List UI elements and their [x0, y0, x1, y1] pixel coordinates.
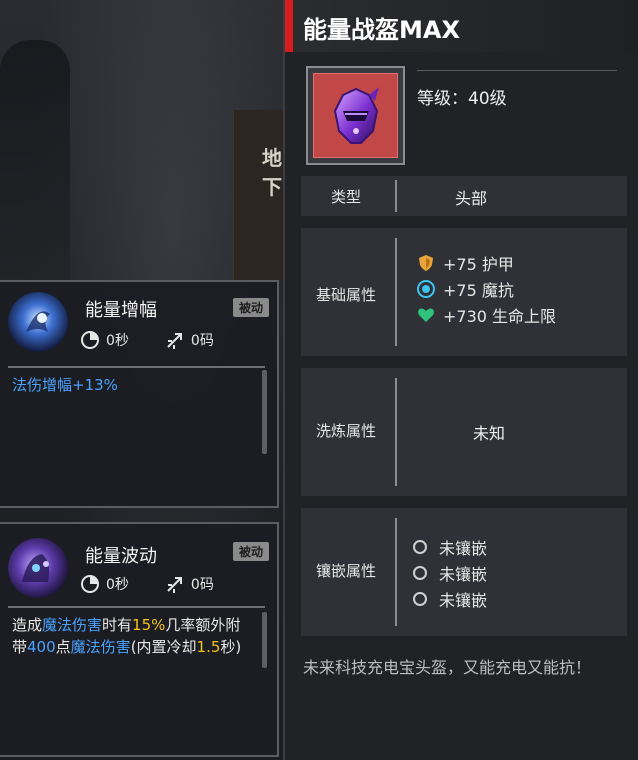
socket-attr-label: 镶嵌属性 [315, 562, 376, 580]
energy-wave-icon [8, 538, 68, 598]
attr-separator [395, 238, 397, 346]
range-value: 0码 [190, 577, 214, 593]
type-value: 头部 [455, 189, 488, 208]
item-level: 等级：40级 [417, 89, 507, 109]
empty-socket-icon [413, 540, 427, 554]
attr-row-refine: 洗炼属性 未知 [301, 368, 627, 496]
skill-desc-segment: 魔法伤害 [70, 638, 131, 656]
empty-socket-icon [413, 592, 427, 606]
skill-description: 法伤增幅+13% [12, 374, 255, 396]
energy-amplify-icon [8, 292, 68, 352]
attr-separator [395, 518, 397, 626]
health-heart-icon [418, 308, 434, 322]
skill-divider [8, 606, 265, 608]
skill-desc-segment: 时有 [102, 616, 133, 634]
skill-desc-segment: 造成 [12, 616, 43, 634]
type-label: 类型 [330, 188, 361, 206]
energy-helmet-icon [313, 73, 398, 158]
skill-desc-segment: 400 [27, 638, 56, 656]
cooldown-value: 0秒 [106, 577, 129, 593]
attr-row-type: 类型 头部 [301, 176, 627, 216]
base-prop-health: +730 生命上限 [417, 302, 556, 328]
magic-resist-icon [417, 280, 435, 298]
item-icon-frame[interactable] [306, 66, 405, 165]
skill-desc-segment: 魔法伤害 [42, 616, 103, 634]
passive-badge: 被动 [232, 298, 269, 317]
range-value: 0码 [190, 333, 214, 349]
socket-slot[interactable]: 未镶嵌 [413, 534, 487, 560]
cooldown-icon [81, 331, 99, 349]
socket-slot[interactable]: 未镶嵌 [413, 560, 487, 586]
skill-card-energy-wave[interactable]: 能量波动 被动 0秒 0码 造成魔法伤害时有15%几率额外附带400点魔法伤害(… [0, 522, 279, 757]
skill-description: 造成魔法伤害时有15%几率额外附带400点魔法伤害(内置冷却1.5秒) [12, 614, 255, 658]
skill-card-energy-amplify[interactable]: 能量增幅 被动 0秒 0码 法伤增幅+13% [0, 280, 279, 508]
refine-value: 未知 [473, 424, 506, 443]
base-attr-label: 基础属性 [315, 286, 376, 304]
armor-shield-icon [419, 255, 433, 271]
background-figure [0, 40, 70, 290]
item-description: 未来科技充电宝头盔，又能充电又能抗！ [303, 658, 592, 677]
socket-slot[interactable]: 未镶嵌 [413, 586, 487, 612]
skill-desc-segment: 秒) [220, 638, 242, 656]
description-scrollbar[interactable] [262, 612, 267, 668]
skill-divider [8, 366, 265, 368]
refine-attr-label: 洗炼属性 [315, 422, 376, 440]
range-icon [167, 333, 182, 349]
attr-row-base: 基础属性 +75 护甲 +75 魔抗 +730 生命上限 [301, 228, 627, 356]
base-prop-armor: +75 护甲 [417, 250, 556, 276]
passive-badge: 被动 [232, 542, 269, 561]
skill-name: 能量增幅 [85, 300, 157, 321]
skill-desc-segment: 点 [55, 638, 71, 656]
description-scrollbar[interactable] [262, 370, 267, 454]
item-title: 能量战盔MAX [303, 16, 460, 44]
attr-separator [395, 378, 397, 486]
attr-separator [395, 180, 397, 212]
skill-desc-segment: 15% [132, 616, 166, 634]
skill-desc-segment: 法伤增幅+13% [12, 376, 118, 394]
skill-desc-segment: (内置冷却 [130, 638, 197, 656]
base-prop-magic-resist: +75 魔抗 [417, 276, 556, 302]
cooldown-value: 0秒 [106, 333, 129, 349]
item-header: 能量战盔MAX [285, 0, 638, 52]
level-rule [417, 70, 617, 71]
attr-row-socket: 镶嵌属性 未镶嵌 未镶嵌 未镶嵌 [301, 508, 627, 636]
item-detail-panel: 能量战盔MAX 等级：40级 类型 头部 基础属性 +75 护甲 +75 魔抗 … [283, 0, 638, 760]
cooldown-icon [81, 575, 99, 593]
skill-desc-segment: 1.5 [196, 638, 221, 656]
range-icon [167, 577, 182, 593]
skill-name: 能量波动 [85, 546, 157, 567]
empty-socket-icon [413, 566, 427, 580]
